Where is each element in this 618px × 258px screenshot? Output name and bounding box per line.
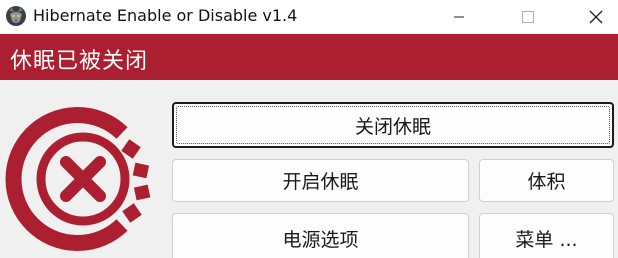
banner-text: 休眠已被关闭 [10,49,149,74]
minimize-button[interactable] [437,0,481,34]
close-button[interactable] [574,0,618,34]
disabled-x-icon [5,107,151,251]
status-banner: 休眠已被关闭 [0,34,618,80]
menu-button[interactable]: 菜单 ... [479,213,614,258]
wolf-icon [6,6,26,26]
title-bar[interactable]: Hibernate Enable or Disable v1.4 [0,0,618,34]
close-icon [589,10,603,24]
window-title: Hibernate Enable or Disable v1.4 [33,6,298,25]
enable-hibernate-button[interactable]: 开启休眠 [172,159,469,202]
maximize-icon [522,11,534,23]
power-options-button[interactable]: 电源选项 [172,213,469,258]
minimize-icon [454,16,464,18]
disable-hibernate-button[interactable]: 关闭休眠 [172,102,614,148]
size-button[interactable]: 体积 [479,159,614,202]
maximize-button[interactable] [506,0,550,34]
